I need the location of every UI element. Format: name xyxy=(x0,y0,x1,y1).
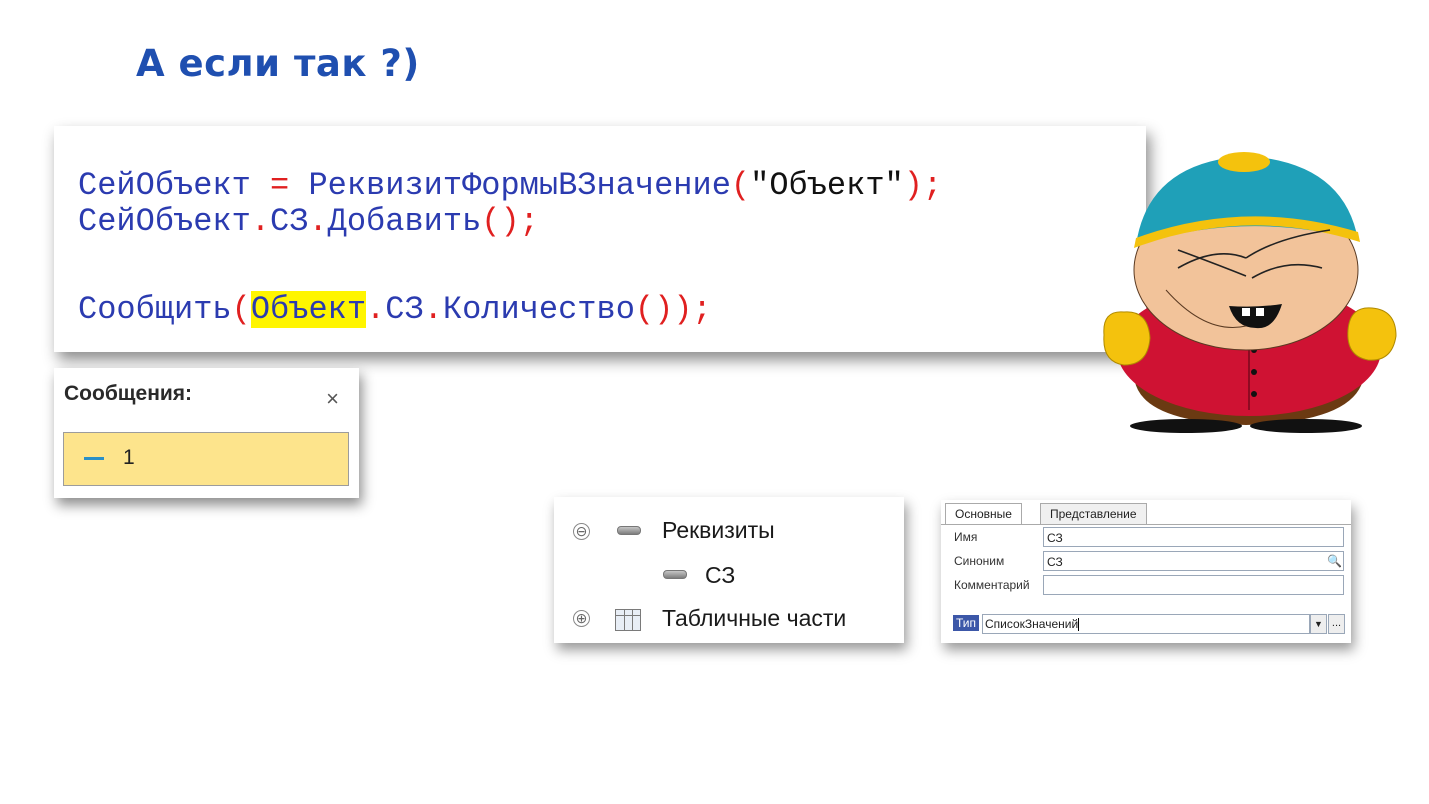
type-label: Тип xyxy=(953,615,980,631)
slide-title: А если так ?) xyxy=(136,42,420,85)
code-token: СейОбъект xyxy=(78,203,251,240)
expand-icon[interactable]: ⊕ xyxy=(573,610,590,627)
code-token: РеквизитФормыВЗначение xyxy=(308,167,731,204)
code-token: . xyxy=(423,291,443,328)
tab-divider xyxy=(941,524,1351,525)
collapse-icon[interactable]: ⊖ xyxy=(573,523,590,540)
code-line-1: СейОбъект = РеквизитФормыВЗначение("Объе… xyxy=(78,166,942,206)
comment-label: Комментарий xyxy=(954,578,1030,592)
synonym-value: СЗ xyxy=(1047,555,1063,569)
cartman-icon xyxy=(1103,152,1397,433)
attribute-icon xyxy=(617,526,641,535)
comment-field[interactable] xyxy=(1043,575,1344,595)
messages-panel: Сообщения: × 1 xyxy=(54,368,359,498)
code-token: ( xyxy=(730,167,751,204)
table-icon xyxy=(615,609,641,631)
code-token: СЗ xyxy=(270,203,309,240)
messages-title: Сообщения: xyxy=(64,382,193,405)
type-value: СписокЗначений xyxy=(985,617,1079,631)
code-token: Сообщить xyxy=(78,291,232,328)
dash-icon xyxy=(84,457,104,460)
close-icon[interactable]: × xyxy=(326,386,339,412)
code-token: ()); xyxy=(634,291,712,328)
tree-item-tabular-parts[interactable]: Табличные части xyxy=(662,605,846,632)
name-field[interactable]: СЗ xyxy=(1043,527,1344,547)
code-token: (); xyxy=(481,203,539,240)
tab-presentation[interactable]: Представление xyxy=(1040,503,1147,524)
code-line-2: СейОбъект.СЗ.Добавить(); xyxy=(78,202,539,242)
more-button[interactable]: ... xyxy=(1328,614,1345,634)
code-token: = xyxy=(250,167,309,204)
code-line-3: Сообщить(Объект.СЗ.Количество()); xyxy=(78,290,712,330)
text-caret xyxy=(1078,618,1080,632)
code-string: "Объект" xyxy=(750,167,904,204)
code-token: ( xyxy=(231,291,251,328)
search-icon[interactable]: 🔍 xyxy=(1327,554,1342,568)
synonym-label: Синоним xyxy=(954,554,1005,568)
code-token: СейОбъект xyxy=(78,167,251,204)
code-token: ); xyxy=(903,167,943,204)
code-token: . xyxy=(308,203,328,240)
highlighted-token: Объект xyxy=(250,291,367,328)
code-token: . xyxy=(250,203,271,240)
code-token: Количество xyxy=(442,291,635,328)
attribute-icon xyxy=(663,570,687,579)
code-token: СЗ xyxy=(385,291,424,328)
code-token: Добавить xyxy=(327,203,482,240)
message-text: 1 xyxy=(123,446,135,469)
code-token: . xyxy=(366,291,386,328)
tree-item-sz[interactable]: СЗ xyxy=(705,562,735,589)
chevron-down-icon[interactable]: ▼ xyxy=(1310,614,1327,634)
properties-panel: Основные Представление Имя СЗ Синоним СЗ… xyxy=(941,500,1351,643)
type-field[interactable]: СписокЗначений xyxy=(982,614,1310,634)
metadata-tree: ⊖ Реквизиты СЗ ⊕ Табличные части xyxy=(554,497,904,643)
name-label: Имя xyxy=(954,530,978,544)
message-item[interactable]: 1 xyxy=(63,432,349,486)
tab-main[interactable]: Основные xyxy=(945,503,1022,525)
tree-item-requisites[interactable]: Реквизиты xyxy=(662,517,775,544)
code-screenshot: СейОбъект = РеквизитФормыВЗначение("Объе… xyxy=(54,126,1146,352)
synonym-field[interactable]: СЗ 🔍 xyxy=(1043,551,1344,571)
